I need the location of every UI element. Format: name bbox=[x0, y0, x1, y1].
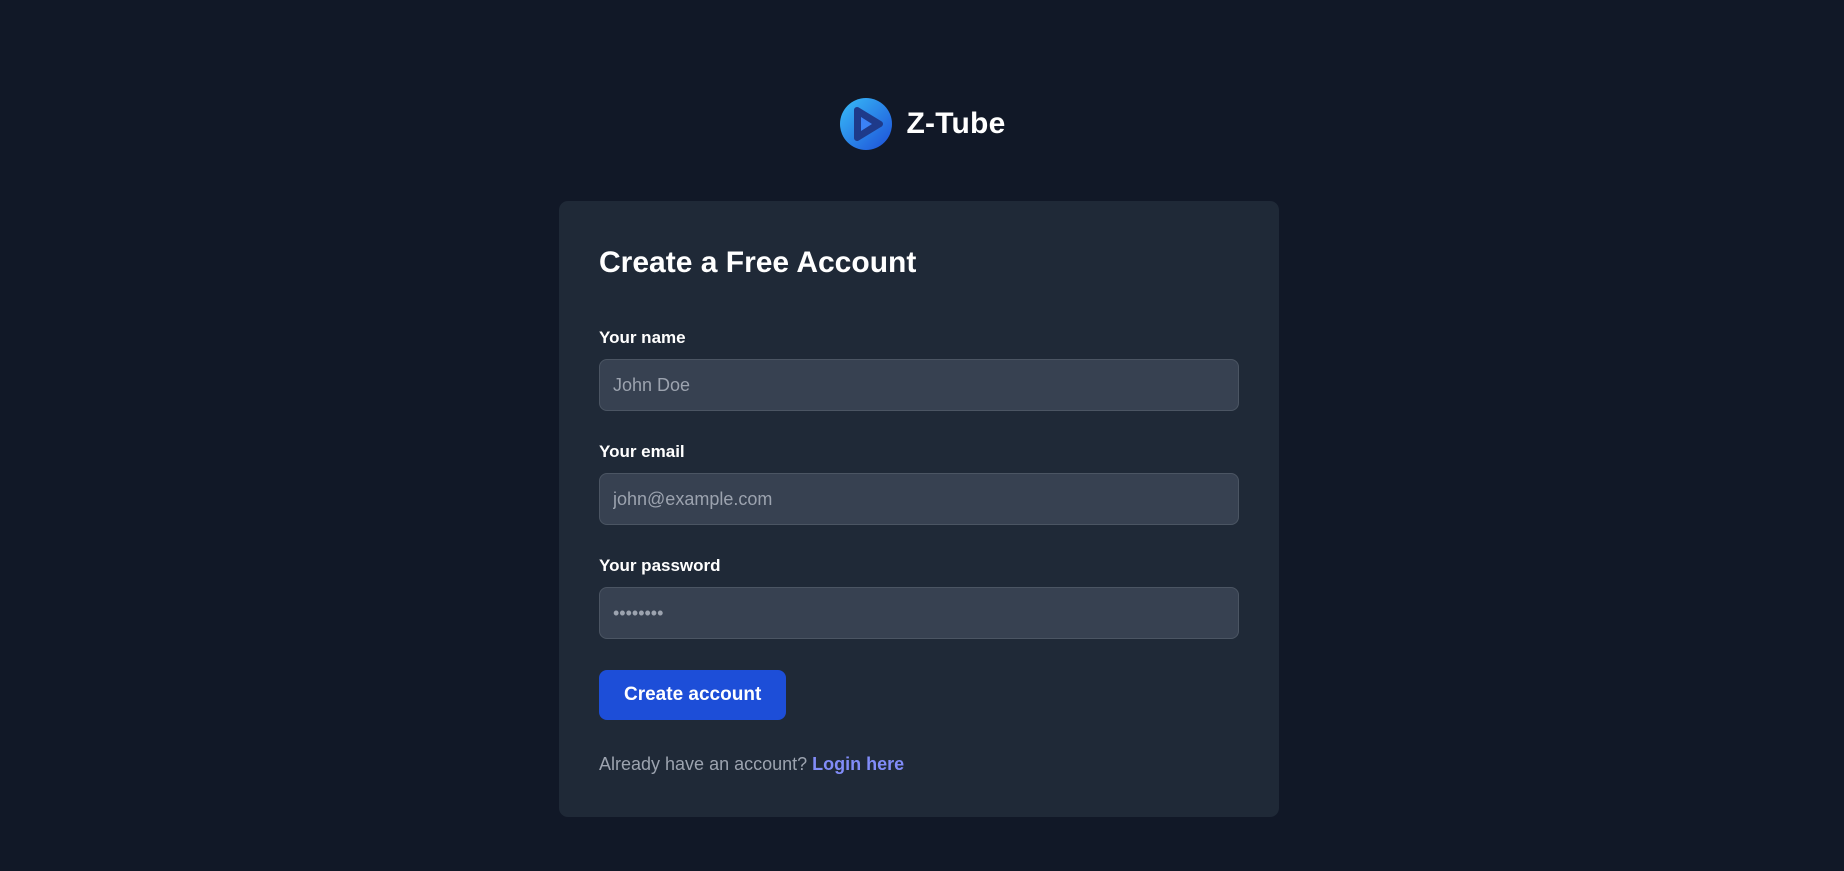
signin-prompt-row: Already have an account? Login here bbox=[599, 753, 1239, 775]
brand-name: Z-Tube bbox=[906, 107, 1006, 140]
email-input[interactable] bbox=[599, 473, 1239, 525]
signup-page: Z-Tube Create a Free Account Your name Y… bbox=[0, 0, 1844, 871]
create-account-button[interactable]: Create account bbox=[599, 670, 787, 720]
password-input[interactable] bbox=[599, 587, 1239, 639]
name-label: Your name bbox=[599, 328, 686, 347]
email-label: Your email bbox=[599, 442, 685, 461]
brand-header: Z-Tube bbox=[0, 96, 1844, 152]
password-label: Your password bbox=[599, 556, 721, 575]
form-title: Create a Free Account bbox=[599, 246, 917, 279]
signin-prompt-text: Already have an account? bbox=[599, 754, 808, 774]
play-logo-icon bbox=[839, 98, 892, 150]
login-link[interactable]: Login here bbox=[812, 754, 904, 774]
signup-card: Create a Free Account Your name Your ema… bbox=[559, 201, 1279, 817]
name-input[interactable] bbox=[599, 359, 1239, 411]
